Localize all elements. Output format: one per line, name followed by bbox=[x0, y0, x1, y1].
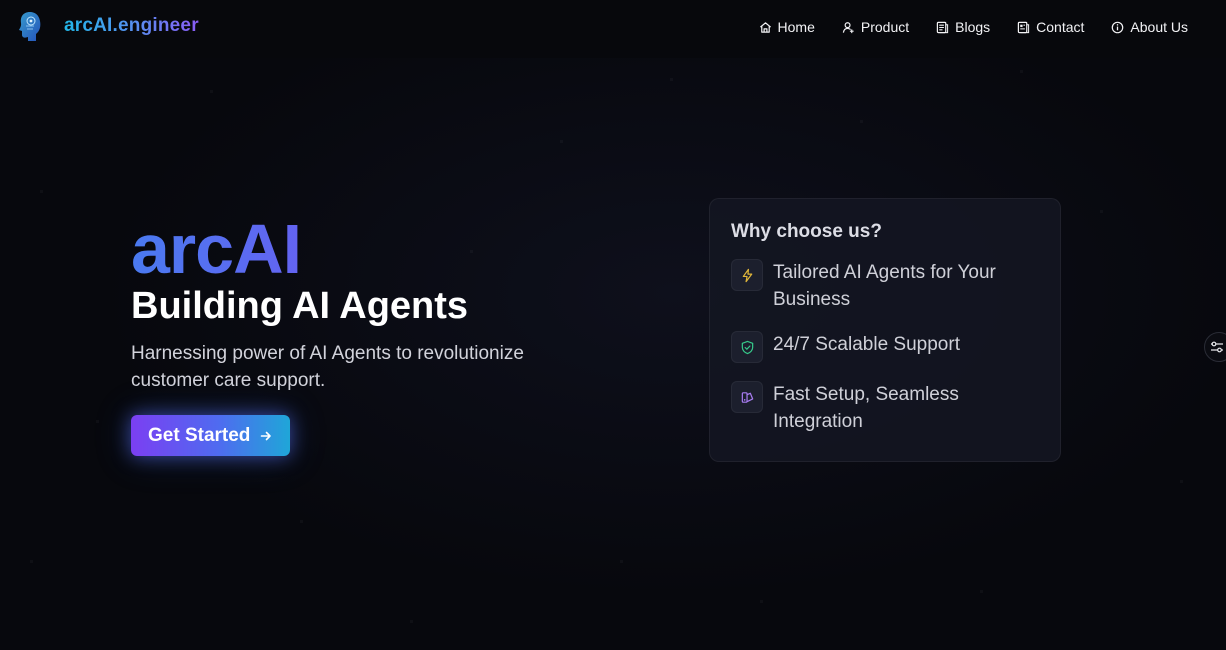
why-item-text: 24/7 Scalable Support bbox=[773, 334, 960, 355]
why-item-tailored-agents: Tailored AI Agents for Your Business bbox=[731, 259, 1038, 313]
arrow-right-icon bbox=[261, 431, 272, 440]
get-started-button[interactable]: Get Started bbox=[131, 415, 291, 456]
lightning-icon bbox=[731, 259, 763, 291]
top-navbar: arcAI.engineer Home Product Blogs Contac… bbox=[0, 0, 1226, 58]
nav-label-blogs: Blogs bbox=[955, 19, 991, 35]
why-item-scalable-support: 24/7 Scalable Support bbox=[731, 331, 1038, 363]
hero-subtitle: Harnessing power of AI Agents to revolut… bbox=[131, 343, 524, 391]
why-item-fast-setup: Fast Setup, Seamless Integration bbox=[731, 381, 1038, 435]
user-icon bbox=[842, 21, 854, 33]
why-item-text: Tailored AI Agents for Your Business bbox=[773, 262, 996, 310]
nav-label-about-us: About Us bbox=[1130, 19, 1188, 35]
why-heading: Why choose us? bbox=[731, 221, 882, 242]
sliders-icon bbox=[1211, 341, 1223, 353]
nav-item-blogs[interactable]: Blogs bbox=[936, 19, 990, 35]
nav-item-contact[interactable]: Contact bbox=[1017, 19, 1084, 35]
ai-head-logo-icon bbox=[19, 12, 41, 41]
nav-item-about-us[interactable]: About Us bbox=[1111, 19, 1188, 35]
why-item-text: Fast Setup, Seamless Integration bbox=[773, 384, 959, 432]
document-icon bbox=[936, 21, 949, 33]
side-settings-toggle[interactable] bbox=[1204, 332, 1226, 362]
hero-brand: arcAI bbox=[131, 210, 581, 288]
main-nav: Home Product Blogs Contact About Us bbox=[759, 19, 1188, 35]
nav-label-product: Product bbox=[860, 19, 910, 35]
layers-icon bbox=[731, 381, 763, 413]
nav-item-product[interactable]: Product bbox=[842, 19, 909, 35]
nav-label-home: Home bbox=[777, 19, 815, 35]
contact-card-icon bbox=[1017, 21, 1030, 33]
get-started-label: Get Started bbox=[148, 424, 251, 446]
why-choose-us-card: Why choose us? Tailored AI Agents for Yo… bbox=[709, 198, 1061, 462]
brand[interactable]: arcAI.engineer bbox=[18, 10, 199, 42]
nav-item-home[interactable]: Home bbox=[759, 19, 815, 35]
hero-section: arcAI Building AI Agents Harnessing powe… bbox=[131, 210, 581, 456]
info-icon bbox=[1112, 21, 1124, 33]
hero-title: Building AI Agents bbox=[131, 285, 469, 327]
landing-page: arcAI.engineer Home Product Blogs Contac… bbox=[0, 0, 1226, 650]
home-icon bbox=[759, 21, 771, 33]
nav-label-contact: Contact bbox=[1036, 19, 1085, 35]
shield-check-icon bbox=[731, 331, 763, 363]
brand-name: arcAI.engineer bbox=[64, 15, 199, 36]
